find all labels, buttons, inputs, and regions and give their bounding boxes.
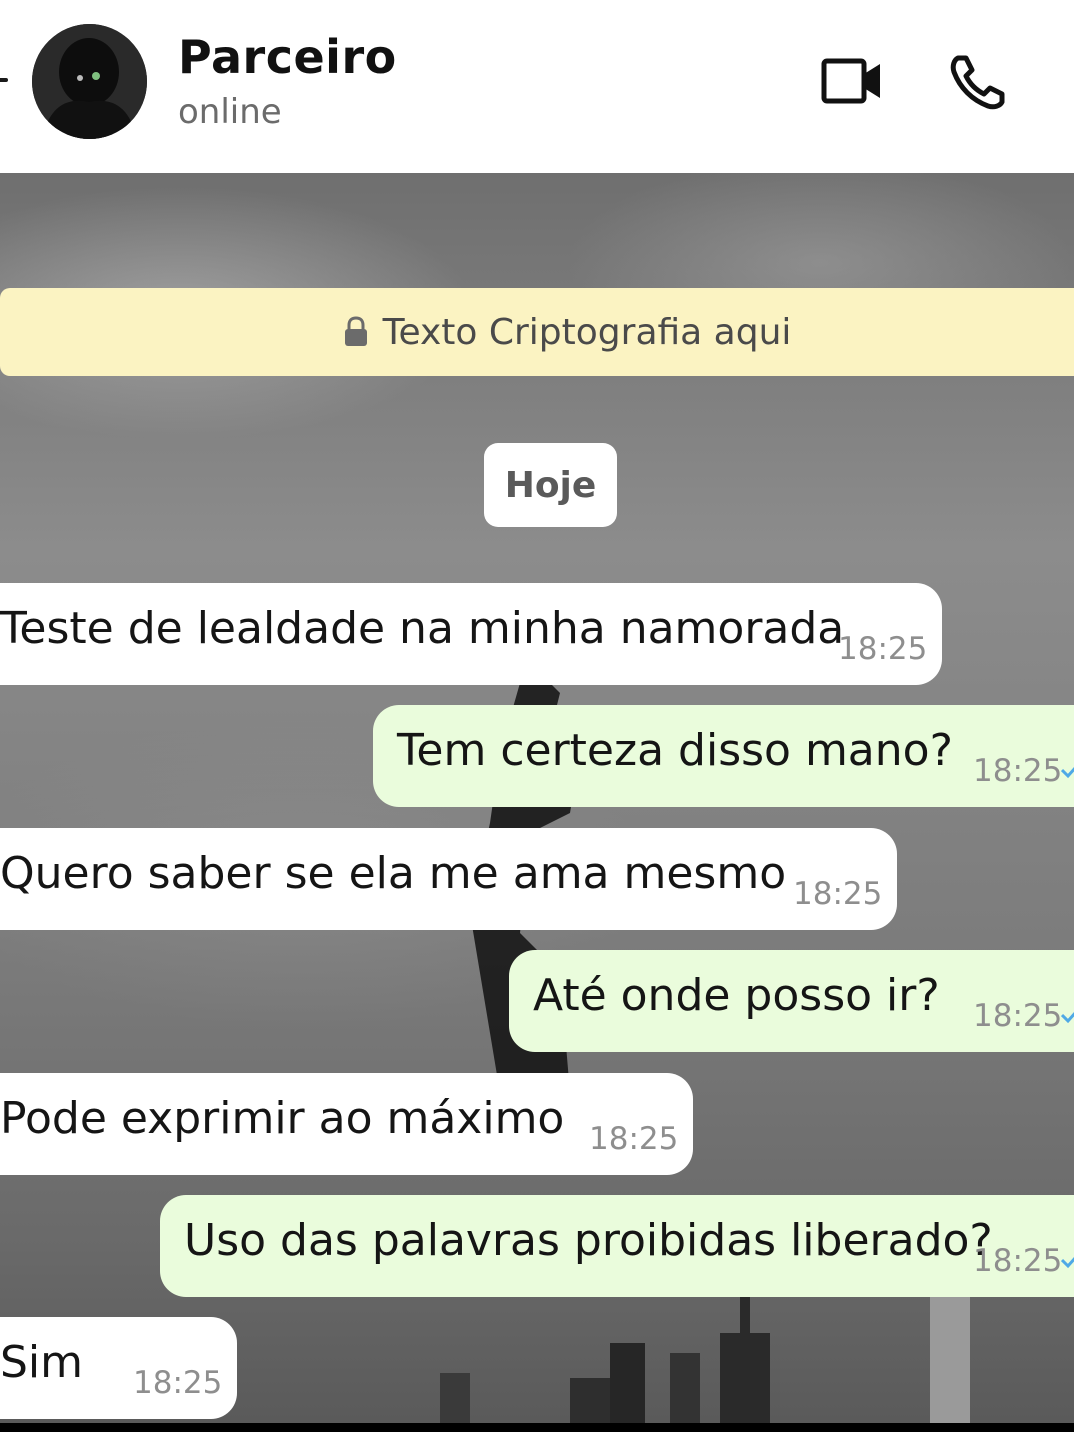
contact-name[interactable]: Parceiro <box>178 30 397 84</box>
message-text: Sim <box>0 1337 84 1388</box>
message-text: Tem certeza disso mano? <box>397 725 953 776</box>
date-chip: Hoje <box>484 443 617 527</box>
contact-status: online <box>178 92 282 132</box>
message-text: Uso das palavras proibidas liberado? <box>184 1215 993 1266</box>
read-tick-icon <box>1061 1256 1074 1269</box>
message-time: 18:25 <box>838 631 928 667</box>
avatar-silhouette-icon <box>32 24 147 139</box>
message-time: 18:25 <box>133 1365 223 1401</box>
message-bubble-outgoing[interactable]: Até onde posso ir? 18:25 <box>509 950 1074 1052</box>
message-time: 18:25 <box>793 876 883 912</box>
message-bubble-outgoing[interactable]: Uso das palavras proibidas liberado? 18:… <box>160 1195 1074 1297</box>
message-time: 18:25 <box>973 998 1063 1034</box>
encryption-banner[interactable]: Texto Criptografia aqui <box>0 288 1074 376</box>
avatar[interactable] <box>32 24 147 139</box>
message-bubble-incoming[interactable]: Pode exprimir ao máximo 18:25 <box>0 1073 693 1175</box>
chat-area[interactable]: Texto Criptografia aqui Hoje Teste de le… <box>0 173 1074 1423</box>
message-bubble-outgoing[interactable]: Tem certeza disso mano? 18:25 <box>373 705 1074 807</box>
message-text: Quero saber se ela me ama mesmo <box>0 848 787 899</box>
message-bubble-incoming[interactable]: Sim 18:25 <box>0 1317 237 1419</box>
back-arrow-icon[interactable] <box>0 78 8 82</box>
date-label: Hoje <box>504 464 597 506</box>
message-bubble-incoming[interactable]: Teste de lealdade na minha namorada 18:2… <box>0 583 942 685</box>
video-camera-icon[interactable] <box>820 56 884 108</box>
chat-header: Parceiro online <box>0 0 1074 173</box>
read-tick-icon <box>1061 766 1074 779</box>
read-tick-icon <box>1061 1011 1074 1024</box>
message-text: Pode exprimir ao máximo <box>0 1093 565 1144</box>
encryption-text: Texto Criptografia aqui <box>382 311 792 353</box>
phone-icon[interactable] <box>948 52 1008 112</box>
message-time: 18:25 <box>973 753 1063 789</box>
lock-icon <box>344 316 367 346</box>
message-time: 18:25 <box>973 1243 1063 1279</box>
message-text: Até onde posso ir? <box>533 970 940 1021</box>
message-text: Teste de lealdade na minha namorada <box>0 603 845 654</box>
bottom-bar <box>0 1423 1074 1432</box>
wallpaper-skyline <box>440 1283 970 1423</box>
message-bubble-incoming[interactable]: Quero saber se ela me ama mesmo 18:25 <box>0 828 897 930</box>
message-time: 18:25 <box>589 1121 679 1157</box>
